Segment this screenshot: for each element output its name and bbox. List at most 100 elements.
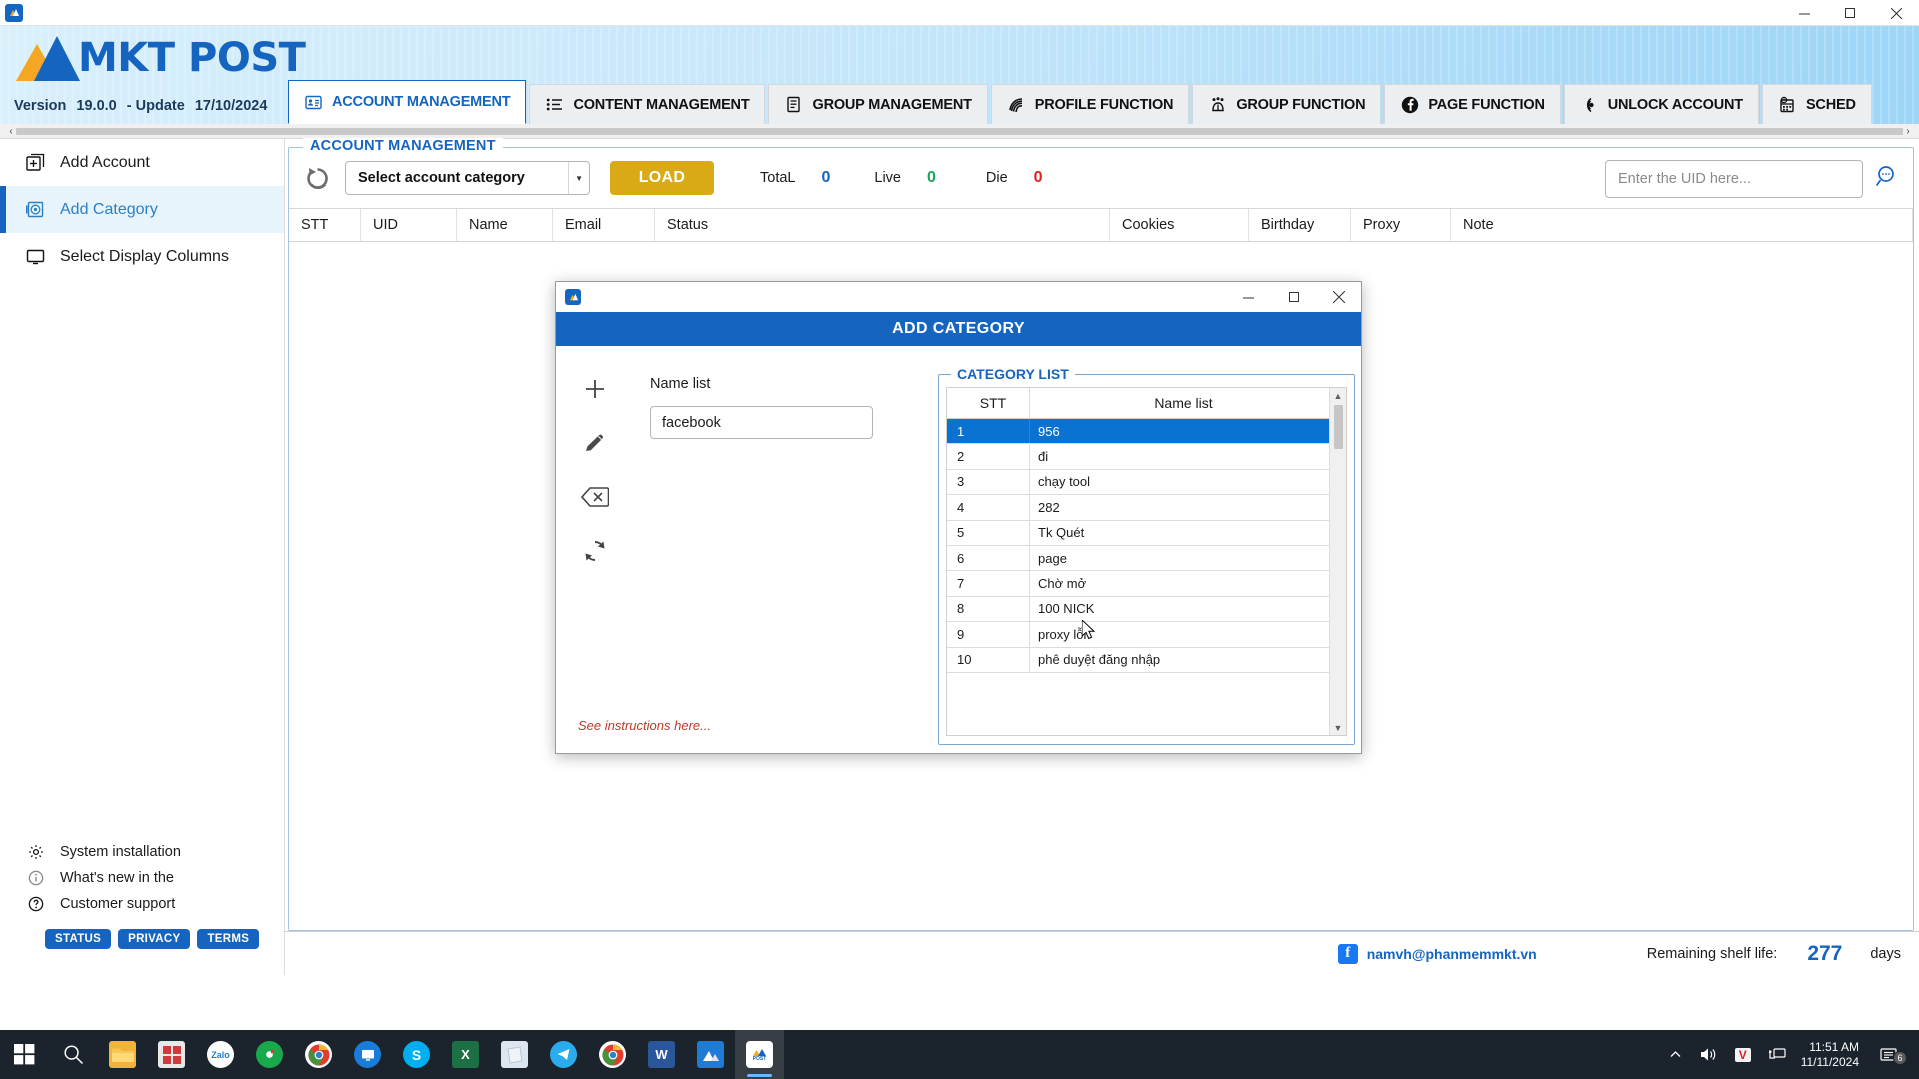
- dialog-minimize-button[interactable]: [1226, 282, 1271, 312]
- table-row[interactable]: 3 chạy tool: [947, 469, 1329, 496]
- account-category-select[interactable]: Select account category ▼: [345, 161, 590, 195]
- grid-col-email[interactable]: Email: [553, 209, 655, 241]
- refresh-icon[interactable]: [303, 164, 331, 192]
- table-row[interactable]: 4 282: [947, 495, 1329, 521]
- account-category-value: Select account category: [358, 170, 525, 186]
- tab-scroll-strip[interactable]: ‹ ›: [0, 124, 1919, 139]
- delete-backspace-icon[interactable]: [580, 482, 610, 512]
- calculator-icon[interactable]: [147, 1030, 196, 1079]
- edit-pencil-icon[interactable]: [580, 428, 610, 458]
- grid-col-stt[interactable]: STT: [289, 209, 361, 241]
- refresh-icon[interactable]: [580, 536, 610, 566]
- grid-col-proxy[interactable]: Proxy: [1351, 209, 1451, 241]
- mkt-post-icon[interactable]: POST: [735, 1030, 784, 1079]
- add-icon[interactable]: [580, 374, 610, 404]
- dialog-maximize-button[interactable]: [1271, 282, 1316, 312]
- tab-account-management[interactable]: ACCOUNT MANAGEMENT: [288, 80, 527, 124]
- word-icon[interactable]: W: [637, 1030, 686, 1079]
- table-row[interactable]: 9 proxy lỗi: [947, 622, 1329, 648]
- counter-die: Die 0: [986, 169, 1043, 187]
- browser-green-icon[interactable]: [245, 1030, 294, 1079]
- chevron-down-icon[interactable]: ▼: [568, 162, 583, 194]
- tab-schedule[interactable]: SCHED: [1761, 84, 1872, 124]
- cell-name: Chờ mở: [1038, 576, 1087, 592]
- notes-icon[interactable]: [490, 1030, 539, 1079]
- tray-chevron-icon[interactable]: [1660, 1048, 1691, 1061]
- dialog-right-pane: CATEGORY LIST STT Name list 1 956 2 đi 3…: [938, 364, 1361, 755]
- telegram-icon[interactable]: [539, 1030, 588, 1079]
- chrome-icon[interactable]: [294, 1030, 343, 1079]
- counter-die-value: 0: [1033, 169, 1043, 186]
- search-input[interactable]: Enter the UID here...: [1605, 160, 1863, 198]
- counter-die-label: Die: [985, 170, 1008, 186]
- sidebar-item-select-display-columns[interactable]: Select Display Columns: [0, 233, 284, 280]
- instructions-link[interactable]: See instructions here...: [578, 718, 711, 733]
- load-button[interactable]: LOAD: [610, 161, 714, 195]
- sidebar-item-add-account[interactable]: Add Account: [0, 139, 284, 186]
- scroll-down-icon[interactable]: ▼: [1334, 720, 1343, 735]
- teamviewer-icon[interactable]: [343, 1030, 392, 1079]
- tab-unlock-account[interactable]: UNLOCK ACCOUNT: [1563, 84, 1759, 124]
- window-close-button[interactable]: [1873, 0, 1919, 26]
- window-maximize-button[interactable]: [1827, 0, 1873, 26]
- volume-icon[interactable]: [1691, 1047, 1726, 1062]
- tab-label: UNLOCK ACCOUNT: [1607, 96, 1743, 113]
- taskbar-search-icon[interactable]: [49, 1030, 98, 1079]
- grid-col-note[interactable]: Note: [1451, 209, 1913, 241]
- grid-col-birthday[interactable]: Birthday: [1249, 209, 1351, 241]
- grid-col-status[interactable]: Status: [655, 209, 1110, 241]
- notification-badge: 6: [1893, 1050, 1907, 1065]
- window-minimize-button[interactable]: [1781, 0, 1827, 26]
- taskbar-clock[interactable]: 11:51 AM 11/11/2024: [1795, 1040, 1871, 1070]
- category-icon: [24, 200, 46, 219]
- scrollbar-thumb[interactable]: [1333, 405, 1343, 449]
- grid-col-uid[interactable]: UID: [361, 209, 457, 241]
- tab-profile-function[interactable]: PROFILE FUNCTION: [990, 84, 1190, 124]
- pill-privacy[interactable]: PRIVACY: [118, 929, 191, 949]
- chrome-profile-icon[interactable]: [588, 1030, 637, 1079]
- sidebar-link-whats-new[interactable]: What's new in the: [0, 865, 284, 891]
- sidebar-link-system-installation[interactable]: System installation: [0, 839, 284, 865]
- windows-start-icon[interactable]: [0, 1030, 49, 1079]
- main-tab-bar[interactable]: ACCOUNT MANAGEMENT CONTENT MANAGEMENT GR…: [288, 80, 1919, 124]
- notification-icon[interactable]: 6: [1871, 1047, 1907, 1065]
- category-table[interactable]: STT Name list 1 956 2 đi 3 chạy tool 4 2…: [946, 387, 1347, 736]
- grid-col-name[interactable]: Name: [457, 209, 553, 241]
- skype-icon[interactable]: S: [392, 1030, 441, 1079]
- table-row[interactable]: 7 Chờ mở: [947, 571, 1329, 597]
- tab-content-management[interactable]: CONTENT MANAGEMENT: [529, 84, 766, 124]
- scroll-up-icon[interactable]: ▲: [1334, 388, 1343, 403]
- table-row[interactable]: 10 phê duyệt đăng nhập: [947, 647, 1329, 673]
- facebook-icon[interactable]: f: [1337, 943, 1358, 964]
- window-controls[interactable]: [1781, 0, 1919, 26]
- tab-group-function[interactable]: GROUP FUNCTION: [1192, 84, 1382, 124]
- network-icon[interactable]: [1760, 1047, 1795, 1062]
- tab-scroll-right-icon[interactable]: ›: [1901, 126, 1915, 137]
- tab-page-function[interactable]: PAGE FUNCTION: [1384, 84, 1561, 124]
- sidebar-link-customer-support[interactable]: Customer support: [0, 891, 284, 917]
- file-explorer-icon[interactable]: [98, 1030, 147, 1079]
- category-table-scrollbar[interactable]: ▲ ▼: [1329, 388, 1346, 735]
- excel-icon[interactable]: X: [441, 1030, 490, 1079]
- table-row[interactable]: 1 956: [947, 419, 1329, 445]
- zalo-icon[interactable]: Zalo: [196, 1030, 245, 1079]
- table-row[interactable]: 2 đi: [947, 444, 1329, 470]
- table-row[interactable]: 8 100 NICK: [947, 596, 1329, 623]
- photos-icon[interactable]: [686, 1030, 735, 1079]
- dialog-window-controls[interactable]: [1226, 282, 1361, 312]
- pill-status[interactable]: STATUS: [45, 929, 112, 949]
- contact-email[interactable]: namvh@phanmemmkt.vn: [1367, 946, 1537, 962]
- status-footer: f namvh@phanmemmkt.vn Remaining shelf li…: [285, 931, 1919, 975]
- dialog-close-button[interactable]: [1316, 282, 1361, 312]
- pill-terms[interactable]: TERMS: [197, 929, 260, 949]
- tab-group-management[interactable]: GROUP MANAGEMENT: [768, 84, 988, 124]
- category-list-legend: CATEGORY LIST: [951, 366, 1075, 382]
- vpn-v-icon[interactable]: V: [1726, 1047, 1760, 1062]
- table-row[interactable]: 5 Tk Quét: [947, 520, 1329, 546]
- grid-col-cookies[interactable]: Cookies: [1110, 209, 1249, 241]
- table-row[interactable]: 6 page: [947, 545, 1329, 572]
- sidebar-item-add-category[interactable]: Add Category: [0, 186, 284, 233]
- tab-scrollbar-track[interactable]: [16, 127, 1903, 135]
- name-list-input[interactable]: facebook: [650, 406, 873, 439]
- search-icon[interactable]: [1875, 164, 1901, 195]
